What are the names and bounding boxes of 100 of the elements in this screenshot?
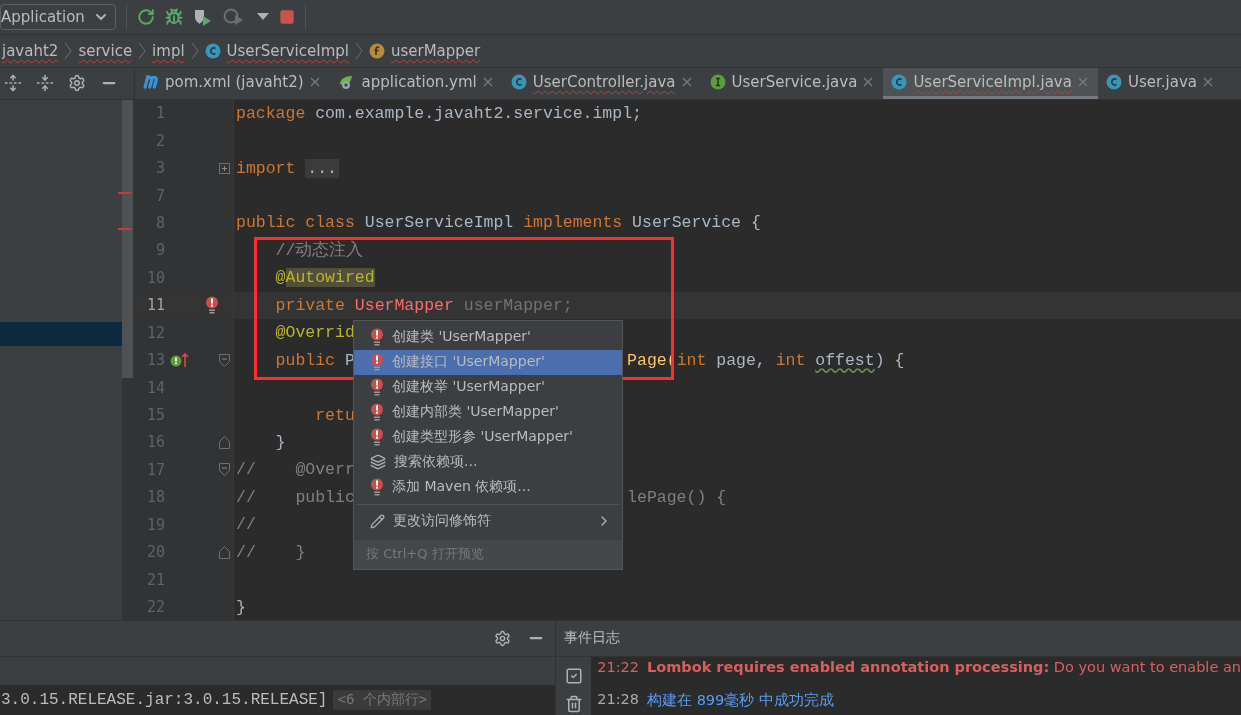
console-text: 3.0.15.RELEASE.jar:3.0.15.RELEASE]: [1, 690, 328, 709]
code-text: Autowired: [285, 268, 375, 288]
breadcrumb[interactable]: service: [78, 41, 133, 60]
chevron-icon: [138, 41, 147, 60]
pencil-icon: [370, 513, 385, 529]
menu-item[interactable]: 创建内部类 'UserMapper': [354, 399, 622, 425]
coverage-icon[interactable]: [192, 7, 213, 26]
log-message: Lombok requires enabled annotation processing: Do you want to enable an: [647, 658, 1241, 675]
code-text: import: [236, 158, 296, 178]
code-text: userMapper;: [462, 295, 573, 315]
editor-tab[interactable]: pom.xml (javaht2): [135, 67, 330, 99]
line-number: 11: [145, 296, 165, 315]
maven-icon: [143, 74, 159, 90]
code-text: ...: [305, 158, 340, 178]
breadcrumb[interactable]: impl: [152, 41, 185, 60]
menu-item[interactable]: 创建类型形参 'UserMapper': [354, 424, 622, 450]
error-bulb-icon: [370, 403, 384, 421]
log-time: 21:22: [597, 658, 640, 675]
editor-tab[interactable]: UserService.java: [701, 67, 884, 99]
code-text: public: [274, 350, 337, 370]
close-icon[interactable]: [863, 76, 874, 87]
close-icon[interactable]: [482, 76, 493, 87]
layers-icon: [370, 454, 386, 470]
panel-title: 事件日志: [564, 629, 621, 647]
scrollbar-thumb[interactable]: [122, 99, 133, 378]
collapse-all-icon[interactable]: [36, 74, 54, 93]
code-text: ) {: [874, 350, 905, 370]
code-text: // }: [236, 542, 306, 562]
rerun-icon[interactable]: [136, 7, 155, 26]
editor-tab[interactable]: UserController.java: [502, 67, 702, 99]
code-text: implements: [523, 213, 624, 233]
run-configuration-dropdown[interactable]: Application: [0, 3, 116, 30]
code-text: }: [274, 432, 286, 452]
chevron-icon: [190, 41, 199, 60]
menu-item[interactable]: 创建枚举 'UserMapper': [354, 374, 622, 400]
menu-item[interactable]: 创建类 'UserMapper': [354, 324, 622, 350]
code-text: //: [236, 515, 256, 535]
class-icon: [891, 73, 908, 90]
class-icon: [204, 42, 221, 59]
editor-tab[interactable]: application.yml: [329, 67, 503, 99]
debug-icon[interactable]: [164, 7, 183, 26]
code-text: UserServiceImpl: [364, 213, 515, 233]
code-text: // @Overr: [236, 460, 355, 480]
chevron-icon: [64, 41, 73, 60]
breadcrumb[interactable]: UserServiceImpl: [226, 41, 349, 60]
menu-item[interactable]: 搜索依赖项...: [354, 449, 622, 475]
code-text: UserMapper: [354, 295, 454, 315]
override-icon: [170, 352, 190, 369]
error-bulb-icon: [370, 353, 384, 371]
error-bulb-icon: [370, 328, 384, 346]
menu-item[interactable]: 添加 Maven 依赖项...: [354, 474, 622, 500]
close-icon[interactable]: [1202, 76, 1213, 87]
error-bulb-icon: [370, 478, 384, 496]
chevron-icon: [354, 41, 363, 60]
code-text: @Overrid: [274, 323, 355, 343]
log-time: 21:28: [597, 690, 640, 709]
delete-icon[interactable]: [564, 694, 583, 713]
error-bulb-icon: [370, 428, 384, 446]
error-stripe: [118, 191, 132, 194]
code-text: page,: [715, 350, 767, 370]
code-text: private: [274, 295, 346, 315]
error-bulb-icon[interactable]: [205, 296, 219, 315]
code-text: }: [236, 597, 246, 617]
code-text: public class: [236, 213, 356, 233]
mark-read-icon[interactable]: [564, 666, 583, 685]
class-icon: [1105, 73, 1122, 90]
code-text: int: [676, 350, 707, 370]
settings-icon[interactable]: [68, 74, 86, 93]
fold-expand-icon: [219, 162, 230, 174]
code-text: //动态注入: [274, 241, 364, 261]
code-text: offest: [815, 350, 875, 370]
fold-start-icon: [219, 353, 230, 367]
code-text: UserService {: [632, 213, 761, 233]
code-text: com.example.javaht2.service.impl;: [314, 103, 642, 123]
fold-end-icon: [219, 545, 230, 559]
code-text: @: [274, 268, 286, 288]
class-icon: [510, 73, 527, 90]
code-text: retu: [314, 405, 355, 425]
error-bulb-icon: [370, 378, 384, 396]
close-icon[interactable]: [309, 76, 320, 87]
interface-icon: [709, 73, 726, 90]
editor-tab[interactable]: UserServiceImpl.java: [883, 67, 1098, 99]
error-stripe: [118, 227, 132, 230]
stop-icon[interactable]: [278, 8, 295, 25]
close-icon[interactable]: [681, 76, 692, 87]
breadcrumb[interactable]: javaht2: [2, 41, 59, 60]
field-icon: [368, 42, 385, 59]
menu-item[interactable]: 更改访问修饰符: [354, 508, 622, 534]
fold-start-icon: [219, 463, 230, 477]
caret-icon[interactable]: [256, 12, 269, 21]
breadcrumb[interactable]: userMapper: [390, 41, 481, 60]
expand-all-icon[interactable]: [4, 74, 22, 93]
code-text: lePage() {: [627, 487, 727, 507]
editor-tab[interactable]: User.java: [1097, 67, 1223, 99]
fold-end-icon: [219, 435, 230, 449]
log-link[interactable]: 构建在 899毫秒 中成功完成: [647, 690, 834, 710]
code-text: int: [775, 350, 806, 370]
code-text: // public: [236, 487, 355, 507]
settings-icon[interactable]: [494, 629, 512, 647]
code-text: package: [236, 103, 306, 123]
